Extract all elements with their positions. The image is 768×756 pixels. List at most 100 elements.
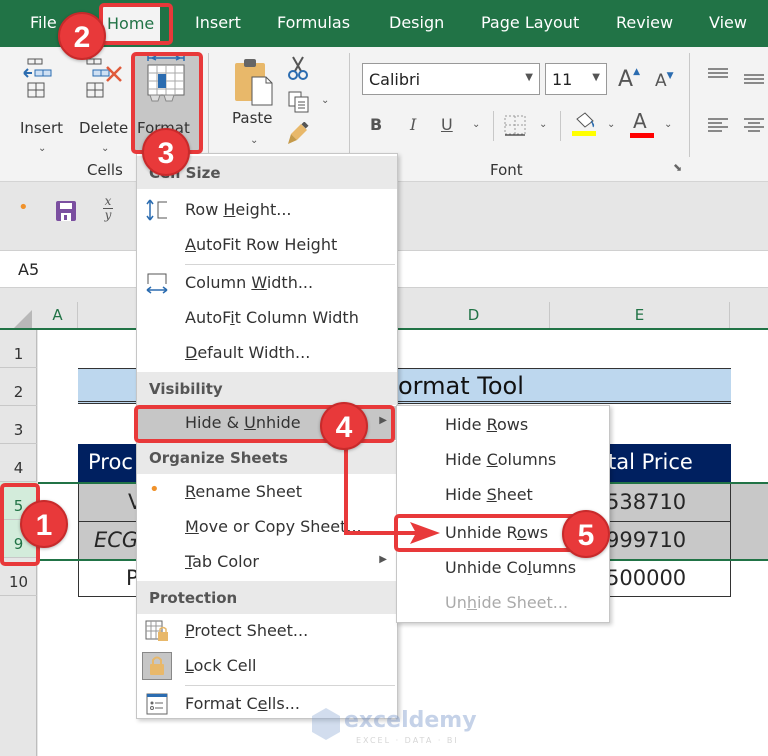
chevron-down-icon: ⌄: [38, 143, 47, 154]
submenu-item-hide-rows[interactable]: Hide Rows: [397, 408, 609, 443]
font-size-dropdown[interactable]: 11 ▼: [545, 63, 607, 95]
font-group-label: Font: [490, 161, 523, 179]
group-divider: [689, 53, 690, 157]
bullet-icon: •: [18, 197, 29, 218]
menu-item-autofit-column-width[interactable]: AutoFit Column Width: [137, 301, 397, 335]
fill-color-icon[interactable]: [571, 111, 597, 137]
underline-button[interactable]: U: [441, 115, 453, 134]
watermark-brand: exceldemy: [344, 708, 477, 733]
tab-view[interactable]: View: [709, 13, 747, 32]
tab-review[interactable]: Review: [616, 13, 673, 32]
row-header-1[interactable]: 1: [0, 330, 37, 368]
shrink-font-button[interactable]: A▼: [655, 71, 674, 91]
dialog-launcher-icon[interactable]: ⬊: [673, 161, 682, 174]
dropdown-arrow-icon: ▼: [525, 72, 533, 83]
paste-button[interactable]: Paste ⌄: [228, 57, 280, 149]
menu-heading-protection: Protection: [137, 581, 397, 614]
menu-heading-visibility: Visibility: [137, 372, 397, 405]
annotation-badge-3: 3: [142, 128, 190, 176]
column-width-icon: [146, 273, 168, 294]
delete-cells-icon: [86, 58, 122, 98]
cut-icon[interactable]: [285, 55, 311, 81]
divider: [560, 111, 561, 141]
selected-row-fill: [731, 522, 768, 560]
annotation-badge-1: 1: [20, 500, 68, 548]
font-name-dropdown[interactable]: Calibri ▼: [362, 63, 540, 95]
cells-group-label: Cells: [87, 161, 123, 179]
chevron-down-icon[interactable]: ⌄: [664, 119, 672, 130]
format-painter-icon[interactable]: [287, 122, 311, 146]
dropdown-arrow-icon: ▼: [592, 72, 600, 83]
shrink-font-icon: A: [655, 71, 667, 91]
chevron-down-icon[interactable]: ⌄: [321, 95, 329, 106]
borders-icon[interactable]: [504, 115, 526, 137]
menu-item-protect-sheet[interactable]: Protect Sheet...: [137, 614, 397, 648]
menu-item-row-height[interactable]: Row Height...: [137, 193, 397, 227]
select-all-icon[interactable]: [14, 310, 32, 328]
insert-cells-button[interactable]: Insert ⌄: [18, 57, 66, 154]
menu-item-column-width[interactable]: Column Width...: [137, 266, 397, 300]
chevron-down-icon[interactable]: ⌄: [607, 119, 615, 130]
alignment-icons[interactable]: [706, 67, 768, 147]
row10-total[interactable]: 500000: [606, 566, 686, 590]
exceldemy-logo-icon: [312, 708, 340, 740]
watermark-tagline: EXCEL · DATA · BI: [356, 736, 459, 745]
name-box[interactable]: A5: [8, 253, 138, 285]
chevron-down-icon: ⌄: [101, 143, 110, 154]
italic-button[interactable]: I: [410, 115, 416, 134]
menu-separator: [185, 685, 395, 686]
header-product[interactable]: Proc: [88, 450, 133, 474]
submenu-arrow-icon: ▶: [379, 554, 387, 565]
menu-separator: [185, 264, 395, 265]
font-name-value: Calibri: [369, 70, 421, 89]
tab-page-layout[interactable]: Page Layout: [481, 13, 579, 32]
save-icon[interactable]: [55, 200, 77, 222]
font-color-icon: A: [633, 109, 647, 133]
fraction-denominator: y: [104, 208, 112, 222]
annotation-box-home: [99, 3, 173, 45]
lock-icon: [142, 652, 172, 680]
paste-icon: [235, 59, 273, 106]
tab-insert[interactable]: Insert: [195, 13, 241, 32]
divider: [493, 111, 494, 141]
submenu-item-unhide-sheet: Unhide Sheet...: [445, 593, 569, 612]
header-total-price[interactable]: tal Price: [608, 450, 693, 474]
font-color-button[interactable]: A: [630, 109, 654, 139]
selected-row-fill: [731, 484, 768, 522]
fraction-icon[interactable]: x y: [103, 195, 113, 222]
menu-item-tab-color[interactable]: Tab Color ▶: [137, 545, 397, 579]
grow-font-icon: A: [618, 67, 634, 92]
connector-arrow: [344, 440, 440, 544]
group-divider: [349, 53, 350, 157]
annotation-badge-5: 5: [562, 510, 610, 558]
row9-total[interactable]: 999710: [606, 528, 686, 552]
row-height-icon: [146, 199, 167, 221]
row5-total[interactable]: 538710: [606, 490, 686, 514]
copy-icon[interactable]: [287, 90, 311, 114]
chevron-down-icon[interactable]: ⌄: [539, 119, 547, 130]
column-header-d[interactable]: D: [398, 302, 550, 328]
chevron-down-icon[interactable]: ⌄: [472, 119, 480, 130]
annotation-badge-4: 4: [320, 402, 368, 450]
font-color-swatch: [630, 133, 654, 138]
row-header-4[interactable]: 4: [0, 444, 37, 482]
column-header-a[interactable]: A: [38, 302, 78, 328]
font-size-value: 11: [552, 70, 573, 89]
fraction-numerator: x: [104, 194, 112, 208]
protect-sheet-icon: [145, 620, 168, 641]
menu-item-lock-cell[interactable]: Lock Cell: [137, 649, 397, 683]
column-header-e[interactable]: E: [550, 302, 730, 328]
tab-design[interactable]: Design: [389, 13, 444, 32]
menu-item-default-width[interactable]: Default Width...: [137, 336, 397, 370]
row-header-2[interactable]: 2: [0, 368, 37, 406]
tab-formulas[interactable]: Formulas: [277, 13, 350, 32]
row9-product[interactable]: ECG: [94, 528, 138, 552]
grow-font-button[interactable]: A▲: [618, 67, 640, 92]
bullet-icon: •: [149, 479, 160, 500]
bold-button[interactable]: B: [370, 115, 382, 134]
row-header-3[interactable]: 3: [0, 406, 37, 444]
menu-item-autofit-row-height[interactable]: AutoFit Row Height: [137, 228, 397, 262]
delete-cells-button[interactable]: Delete ⌄: [79, 57, 131, 154]
tab-file[interactable]: File: [30, 13, 57, 32]
paste-label: Paste: [232, 109, 273, 127]
